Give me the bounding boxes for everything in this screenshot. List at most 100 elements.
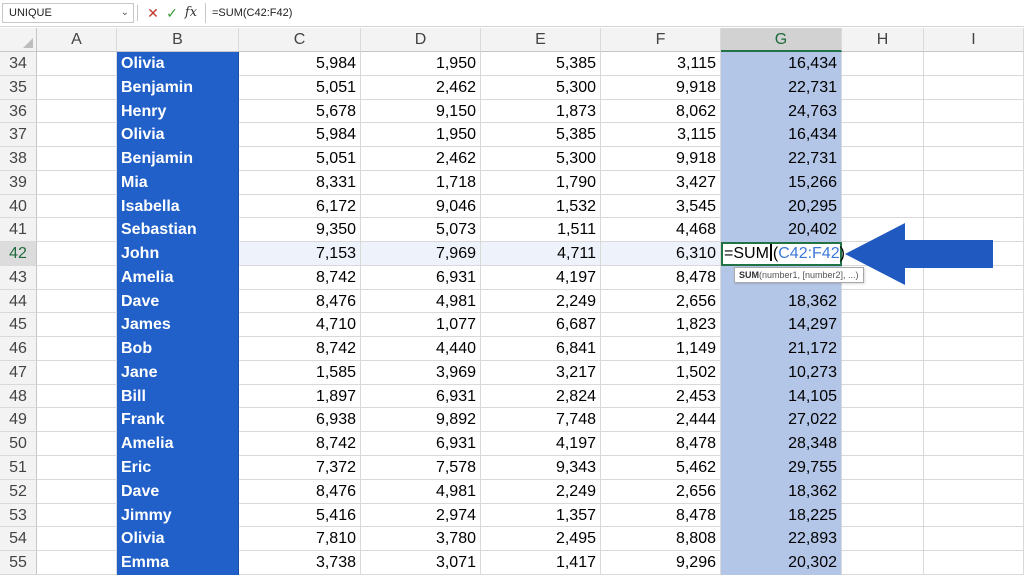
cell-h51[interactable]: [842, 456, 924, 480]
cell-a43[interactable]: [37, 265, 117, 290]
cell-h52[interactable]: [842, 479, 924, 504]
cell-c52[interactable]: 8,476: [239, 479, 361, 504]
cell-c43[interactable]: 8,742: [239, 265, 361, 290]
cell-c46[interactable]: 8,742: [239, 337, 361, 361]
cell-b37[interactable]: Olivia: [117, 123, 239, 148]
cell-b51[interactable]: Eric: [117, 456, 239, 480]
cell-b43[interactable]: Amelia: [117, 265, 239, 290]
cell-e42[interactable]: 4,711: [481, 242, 601, 266]
cell-e49[interactable]: 7,748: [481, 408, 601, 433]
cell-e44[interactable]: 2,249: [481, 289, 601, 314]
cell-i44[interactable]: [924, 289, 1024, 314]
cell-f41[interactable]: 4,468: [601, 218, 721, 243]
cell-g53[interactable]: 18,225: [721, 503, 842, 528]
cell-h48[interactable]: [842, 384, 924, 409]
cell-d40[interactable]: 9,046: [361, 194, 481, 219]
cell-g45[interactable]: 14,297: [721, 313, 842, 338]
cell-d53[interactable]: 2,974: [361, 503, 481, 528]
cell-b55[interactable]: Emma: [117, 551, 239, 575]
cell-h38[interactable]: [842, 147, 924, 171]
cell-e48[interactable]: 2,824: [481, 384, 601, 409]
row-header[interactable]: 53: [0, 503, 37, 528]
cell-c49[interactable]: 6,938: [239, 408, 361, 433]
cell-i50[interactable]: [924, 432, 1024, 457]
row-header[interactable]: 44: [0, 289, 37, 314]
row-header[interactable]: 43: [0, 265, 37, 290]
cell-f53[interactable]: 8,478: [601, 503, 721, 528]
cell-e51[interactable]: 9,343: [481, 456, 601, 480]
cell-c41[interactable]: 9,350: [239, 218, 361, 243]
row-header[interactable]: 52: [0, 479, 37, 504]
cell-c36[interactable]: 5,678: [239, 99, 361, 124]
cell-h50[interactable]: [842, 432, 924, 457]
cell-g34[interactable]: 16,434: [721, 52, 842, 76]
cell-e37[interactable]: 5,385: [481, 123, 601, 148]
cell-b46[interactable]: Bob: [117, 337, 239, 361]
cell-f38[interactable]: 9,918: [601, 147, 721, 171]
cell-h54[interactable]: [842, 527, 924, 552]
cell-b41[interactable]: Sebastian: [117, 218, 239, 243]
cell-h37[interactable]: [842, 123, 924, 148]
row-header[interactable]: 45: [0, 313, 37, 338]
cell-i36[interactable]: [924, 99, 1024, 124]
cell-b42[interactable]: John: [117, 242, 239, 266]
cell-a36[interactable]: [37, 99, 117, 124]
row-header[interactable]: 35: [0, 75, 37, 100]
row-header[interactable]: 34: [0, 52, 37, 76]
cell-c37[interactable]: 5,984: [239, 123, 361, 148]
cell-f55[interactable]: 9,296: [601, 551, 721, 575]
cell-a53[interactable]: [37, 503, 117, 528]
cell-i34[interactable]: [924, 52, 1024, 76]
cell-h46[interactable]: [842, 337, 924, 361]
cell-g41[interactable]: 20,402: [721, 218, 842, 243]
cell-i52[interactable]: [924, 479, 1024, 504]
select-all-corner[interactable]: [0, 28, 37, 52]
cell-a45[interactable]: [37, 313, 117, 338]
cell-i37[interactable]: [924, 123, 1024, 148]
cell-e41[interactable]: 1,511: [481, 218, 601, 243]
cell-d51[interactable]: 7,578: [361, 456, 481, 480]
row-header[interactable]: 40: [0, 194, 37, 219]
cell-d46[interactable]: 4,440: [361, 337, 481, 361]
cell-e47[interactable]: 3,217: [481, 360, 601, 385]
cell-f47[interactable]: 1,502: [601, 360, 721, 385]
cell-g37[interactable]: 16,434: [721, 123, 842, 148]
cell-i54[interactable]: [924, 527, 1024, 552]
cell-f40[interactable]: 3,545: [601, 194, 721, 219]
cell-c42[interactable]: 7,153: [239, 242, 361, 266]
cell-d49[interactable]: 9,892: [361, 408, 481, 433]
cell-d38[interactable]: 2,462: [361, 147, 481, 171]
cell-h44[interactable]: [842, 289, 924, 314]
cell-c35[interactable]: 5,051: [239, 75, 361, 100]
enter-icon[interactable]: ✓: [164, 4, 180, 22]
cell-c47[interactable]: 1,585: [239, 360, 361, 385]
cell-f45[interactable]: 1,823: [601, 313, 721, 338]
cell-h39[interactable]: [842, 170, 924, 195]
cell-g49[interactable]: 27,022: [721, 408, 842, 433]
cell-b36[interactable]: Henry: [117, 99, 239, 124]
insert-function-icon[interactable]: fx: [183, 4, 199, 22]
cell-a44[interactable]: [37, 289, 117, 314]
cell-e35[interactable]: 5,300: [481, 75, 601, 100]
cell-c38[interactable]: 5,051: [239, 147, 361, 171]
cell-a52[interactable]: [37, 479, 117, 504]
cell-a55[interactable]: [37, 551, 117, 575]
cell-d45[interactable]: 1,077: [361, 313, 481, 338]
column-header-d[interactable]: D: [361, 28, 481, 52]
cancel-icon[interactable]: ✕: [145, 4, 161, 22]
cell-e54[interactable]: 2,495: [481, 527, 601, 552]
cell-f52[interactable]: 2,656: [601, 479, 721, 504]
cell-g36[interactable]: 24,763: [721, 99, 842, 124]
row-header[interactable]: 47: [0, 360, 37, 385]
name-box[interactable]: UNIQUE ⌄: [2, 3, 134, 23]
cell-f39[interactable]: 3,427: [601, 170, 721, 195]
cell-g55[interactable]: 20,302: [721, 551, 842, 575]
cell-f46[interactable]: 1,149: [601, 337, 721, 361]
column-header-h[interactable]: H: [842, 28, 924, 52]
cell-h47[interactable]: [842, 360, 924, 385]
cell-h49[interactable]: [842, 408, 924, 433]
cell-f44[interactable]: 2,656: [601, 289, 721, 314]
cell-g35[interactable]: 22,731: [721, 75, 842, 100]
cell-c53[interactable]: 5,416: [239, 503, 361, 528]
cell-c40[interactable]: 6,172: [239, 194, 361, 219]
